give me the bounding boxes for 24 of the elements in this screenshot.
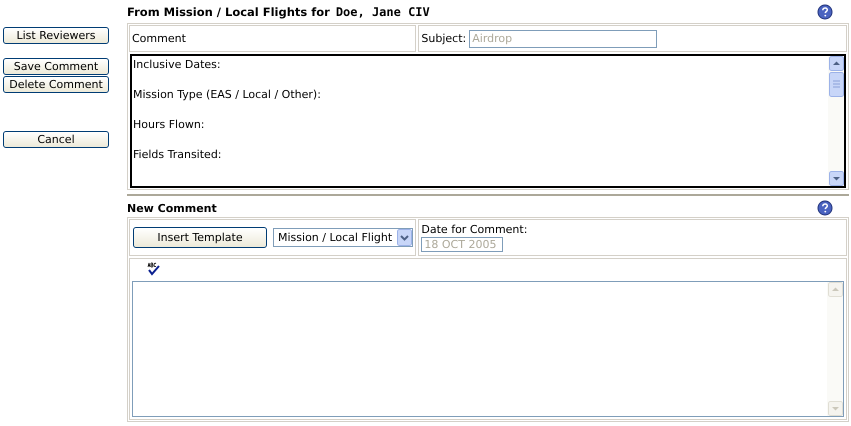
comment-text-area[interactable]: Inclusive Dates: Mission Type (EAS / Local / Other): Hours Flown: Fields Transited: <box>130 54 846 188</box>
comment-line: Fields Transited: <box>133 148 223 161</box>
dropdown-icon[interactable] <box>397 229 412 246</box>
side-button[interactable]: Save Comment <box>3 58 109 75</box>
side-button[interactable]: Cancel <box>3 131 109 148</box>
scroll-down-icon[interactable] <box>828 171 844 186</box>
subject-label: Subject: <box>421 32 466 45</box>
scrollbar[interactable] <box>828 56 844 186</box>
side-button[interactable]: Delete Comment <box>3 76 109 93</box>
page-title: From Mission / Local Flights for Doe, Jane CIV <box>127 5 430 19</box>
comment-label: Comment <box>132 32 186 45</box>
section-heading: New Comment <box>127 202 217 214</box>
template-select[interactable]: Mission / Local Flight <box>273 228 413 247</box>
help-icon[interactable] <box>817 4 833 20</box>
comment-line: Inclusive Dates: <box>133 58 222 71</box>
date-label: Date for Comment: <box>421 223 528 236</box>
scroll-thumb[interactable] <box>828 72 844 97</box>
insert-template-button[interactable]: Insert Template <box>133 227 267 248</box>
help-icon[interactable] <box>817 200 833 216</box>
comment-line: Mission Type (EAS / Local / Other): <box>133 88 322 101</box>
spellcheck-icon[interactable] <box>147 262 161 276</box>
scroll-up-icon[interactable] <box>828 56 844 71</box>
side-button[interactable]: List Reviewers <box>3 27 109 44</box>
comment-line: Hours Flown: <box>133 118 206 131</box>
